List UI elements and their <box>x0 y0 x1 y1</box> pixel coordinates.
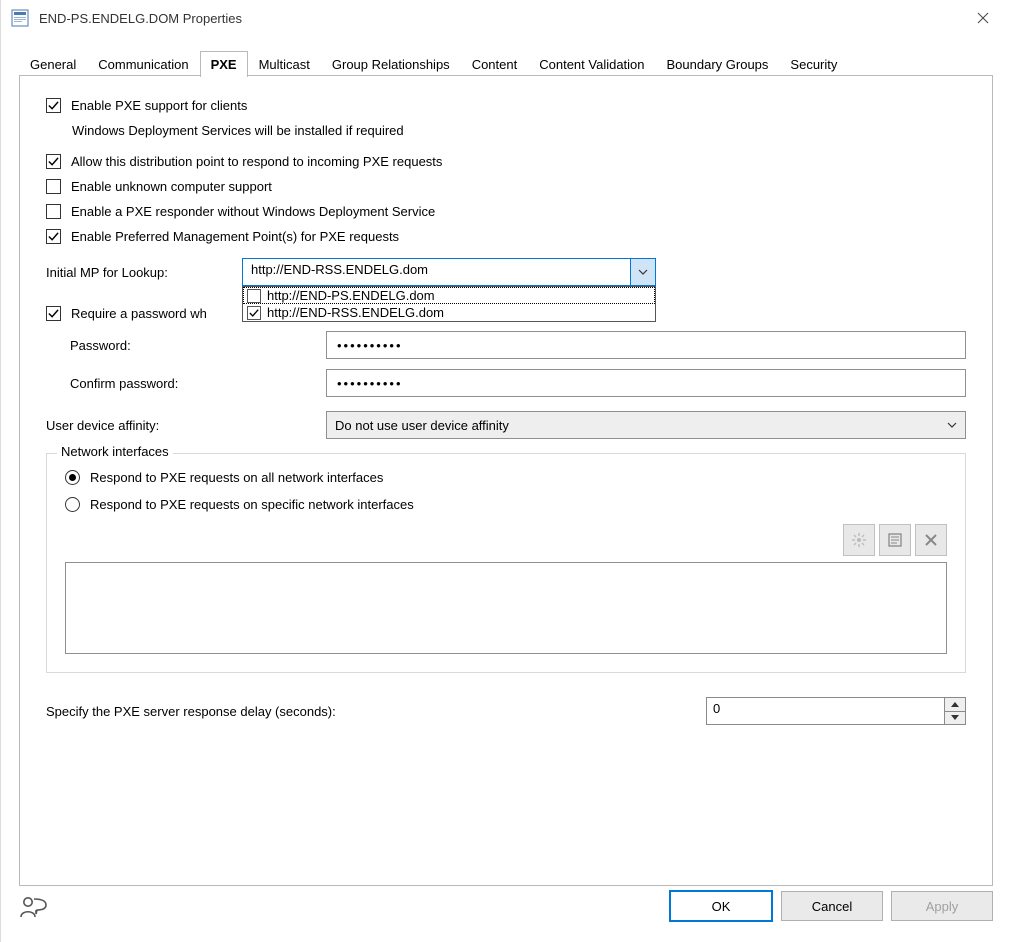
mp-lookup-dropdown: http://END-PS.ENDELG.dom http://END-RSS.… <box>242 286 656 322</box>
allow-respond-label: Allow this distribution point to respond… <box>71 154 442 169</box>
affinity-label: User device affinity: <box>46 418 326 433</box>
preferred-mp-row: Enable Preferred Management Point(s) for… <box>46 229 966 244</box>
sunburst-icon <box>851 532 867 548</box>
wds-note: Windows Deployment Services will be inst… <box>72 123 966 138</box>
properties-icon <box>887 532 903 548</box>
tab-pxe[interactable]: PXE <box>200 51 248 77</box>
edit-interface-button[interactable] <box>879 524 911 556</box>
tab-general[interactable]: General <box>19 51 87 76</box>
confirm-password-row: Confirm password: <box>46 369 966 397</box>
pxe-panel: Enable PXE support for clients Windows D… <box>19 76 993 886</box>
responder-wo-wds-label: Enable a PXE responder without Windows D… <box>71 204 435 219</box>
mp-option-1-label: http://END-RSS.ENDELG.dom <box>267 305 444 320</box>
password-label: Password: <box>46 338 326 353</box>
delete-interface-button[interactable] <box>915 524 947 556</box>
delay-spinner[interactable]: 0 <box>706 697 966 725</box>
dialog-buttons: OK Cancel Apply <box>669 890 993 922</box>
close-button[interactable] <box>961 3 1005 33</box>
mp-option-0-label: http://END-PS.ENDELG.dom <box>267 288 435 303</box>
client-area: General Communication PXE Multicast Grou… <box>19 46 993 922</box>
password-row: Password: <box>46 331 966 359</box>
mp-option-1-checkbox[interactable] <box>247 306 261 320</box>
interfaces-toolbar <box>65 524 947 556</box>
tab-content-validation[interactable]: Content Validation <box>528 51 655 76</box>
password-input[interactable] <box>326 331 966 359</box>
unknown-support-checkbox[interactable] <box>46 179 61 194</box>
enable-pxe-checkbox[interactable] <box>46 98 61 113</box>
enable-pxe-row: Enable PXE support for clients <box>46 98 966 113</box>
mp-lookup-label: Initial MP for Lookup: <box>46 265 242 280</box>
interfaces-listbox[interactable] <box>65 562 947 654</box>
cancel-button[interactable]: Cancel <box>781 891 883 921</box>
responder-wo-wds-row: Enable a PXE responder without Windows D… <box>46 204 966 219</box>
affinity-value: Do not use user device affinity <box>335 418 509 433</box>
allow-respond-checkbox[interactable] <box>46 154 61 169</box>
spinner-buttons <box>944 698 965 724</box>
unknown-support-label: Enable unknown computer support <box>71 179 272 194</box>
delay-row: Specify the PXE server response delay (s… <box>46 697 966 725</box>
properties-dialog: END-PS.ENDELG.DOM Properties General Com… <box>0 0 1011 942</box>
mp-option-1[interactable]: http://END-RSS.ENDELG.dom <box>243 304 655 321</box>
enable-pxe-label: Enable PXE support for clients <box>71 98 247 113</box>
window-title: END-PS.ENDELG.DOM Properties <box>39 11 961 26</box>
tab-communication[interactable]: Communication <box>87 51 199 76</box>
mp-option-0[interactable]: http://END-PS.ENDELG.dom <box>243 287 655 304</box>
tab-multicast[interactable]: Multicast <box>248 51 321 76</box>
tab-security[interactable]: Security <box>779 51 848 76</box>
require-password-checkbox[interactable] <box>46 306 61 321</box>
confirm-password-input[interactable] <box>326 369 966 397</box>
app-icon <box>11 9 29 27</box>
mp-lookup-dropdown-button[interactable] <box>630 258 656 286</box>
require-password-label: Require a password wh <box>71 306 207 321</box>
preferred-mp-label: Enable Preferred Management Point(s) for… <box>71 229 399 244</box>
tab-strip: General Communication PXE Multicast Grou… <box>19 46 993 76</box>
mp-option-0-checkbox[interactable] <box>247 289 261 303</box>
mp-lookup-combobox[interactable]: http://END-RSS.ENDELG.dom <box>242 258 656 286</box>
spinner-up-button[interactable] <box>945 698 965 712</box>
tab-boundary-groups[interactable]: Boundary Groups <box>656 51 780 76</box>
chevron-down-icon <box>947 422 957 428</box>
tab-content[interactable]: Content <box>461 51 529 76</box>
radio-specific-label: Respond to PXE requests on specific netw… <box>90 497 414 512</box>
add-interface-button[interactable] <box>843 524 875 556</box>
ok-button[interactable]: OK <box>669 890 773 922</box>
network-interfaces-legend: Network interfaces <box>57 444 173 459</box>
radio-all-row: Respond to PXE requests on all network i… <box>65 470 947 485</box>
mp-lookup-value[interactable]: http://END-RSS.ENDELG.dom <box>242 258 630 286</box>
affinity-row: User device affinity: Do not use user de… <box>46 411 966 439</box>
titlebar: END-PS.ENDELG.DOM Properties <box>1 0 1011 36</box>
spinner-down-button[interactable] <box>945 712 965 725</box>
allow-respond-row: Allow this distribution point to respond… <box>46 154 966 169</box>
radio-all[interactable] <box>65 470 80 485</box>
tab-group-relationships[interactable]: Group Relationships <box>321 51 461 76</box>
mp-lookup-row: Initial MP for Lookup: http://END-RSS.EN… <box>46 258 966 286</box>
apply-button: Apply <box>891 891 993 921</box>
responder-wo-wds-checkbox[interactable] <box>46 204 61 219</box>
radio-specific-row: Respond to PXE requests on specific netw… <box>65 497 947 512</box>
confirm-password-label: Confirm password: <box>46 376 326 391</box>
network-interfaces-group: Network interfaces Respond to PXE reques… <box>46 453 966 673</box>
radio-all-label: Respond to PXE requests on all network i… <box>90 470 383 485</box>
radio-specific[interactable] <box>65 497 80 512</box>
delay-label: Specify the PXE server response delay (s… <box>46 704 706 719</box>
feedback-icon[interactable] <box>19 895 47 924</box>
preferred-mp-checkbox[interactable] <box>46 229 61 244</box>
affinity-select[interactable]: Do not use user device affinity <box>326 411 966 439</box>
delete-icon <box>923 532 939 548</box>
delay-value[interactable]: 0 <box>707 698 944 724</box>
unknown-support-row: Enable unknown computer support <box>46 179 966 194</box>
